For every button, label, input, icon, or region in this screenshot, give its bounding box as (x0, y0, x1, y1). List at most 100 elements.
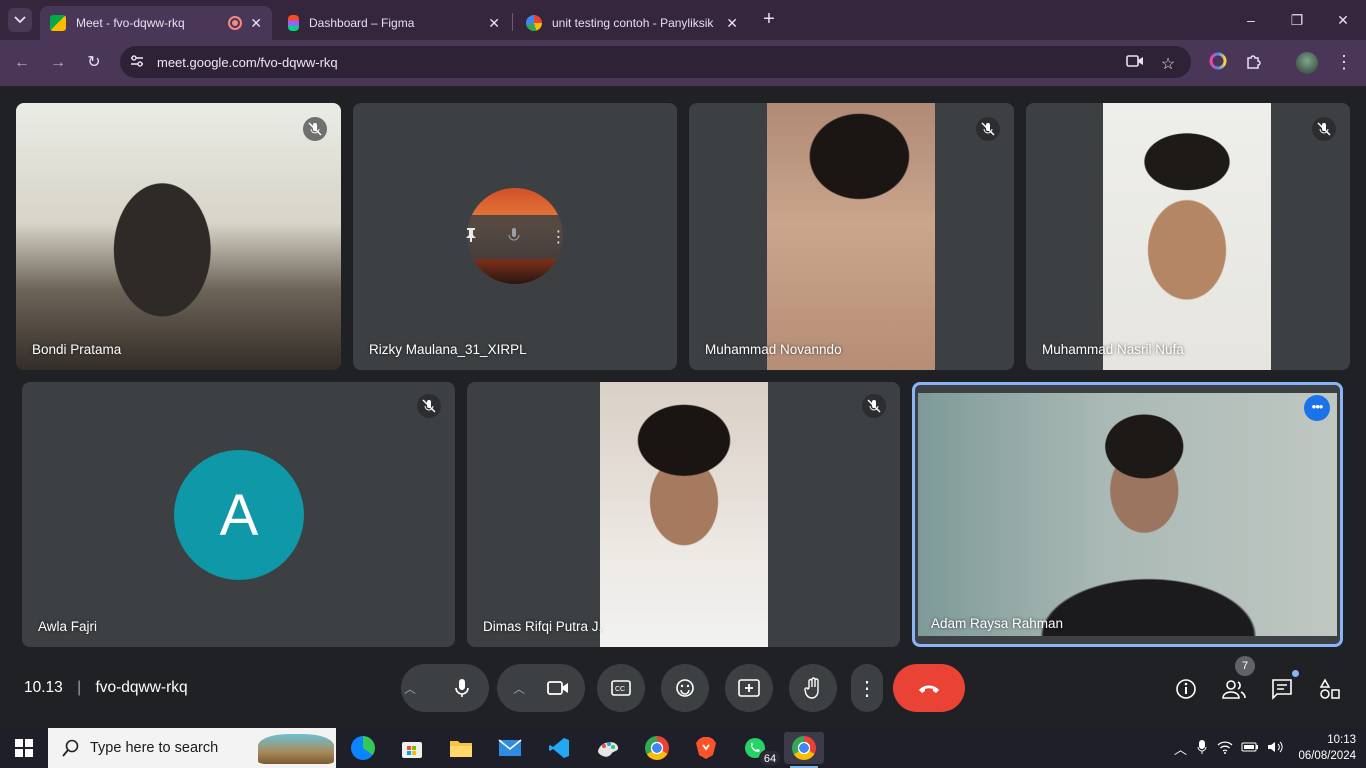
whatsapp-notification-badge: 64 (759, 750, 781, 766)
profile-avatar[interactable] (1296, 52, 1318, 74)
mic-off-icon (1312, 117, 1336, 141)
close-tab-icon[interactable]: ✕ (488, 15, 500, 32)
participant-tile[interactable]: ⋮ Rizky Maulana_31_XIRPL (353, 103, 677, 370)
activities-icon[interactable] (1317, 676, 1343, 702)
people-count-badge: 7 (1235, 656, 1255, 676)
participant-video (600, 382, 768, 647)
meet-icon (50, 15, 66, 31)
raise-hand-button[interactable] (789, 664, 837, 712)
camera-control-group: ︿ (497, 664, 585, 712)
self-tile[interactable]: ••• Adam Raysa Rahman (912, 382, 1343, 647)
present-screen-icon (738, 679, 760, 697)
microphone-tray-icon[interactable] (1197, 739, 1207, 758)
search-placeholder: Type here to search (90, 740, 219, 756)
meeting-info: 10.13 | fvo-dqww-rkq (24, 679, 188, 697)
reload-icon[interactable]: ↻ (82, 51, 106, 75)
participant-name: Dimas Rifqi Putra J. (483, 619, 603, 634)
show-hidden-icons-icon[interactable]: ︿ (1174, 739, 1187, 758)
emoji-icon (676, 679, 694, 697)
meeting-separator: | (77, 679, 82, 696)
present-button[interactable] (725, 664, 773, 712)
recording-icon (228, 16, 243, 30)
mic-control-group: ︿ (401, 664, 489, 712)
tab-figma[interactable]: Dashboard – Figma ✕ (278, 6, 510, 40)
tab-title: Meet - fvo-dqww-rkq (76, 16, 185, 30)
more-options-icon[interactable]: ••• (1304, 395, 1330, 421)
chrome-menu-icon[interactable]: ⋮ (1333, 52, 1355, 74)
more-vert-icon: ⋮ (857, 677, 877, 700)
store-app-icon[interactable] (392, 732, 432, 764)
video-settings-chevron-icon[interactable]: ︿ (513, 680, 525, 697)
windows-start-button[interactable] (0, 728, 48, 768)
more-options-icon[interactable]: ⋮ (550, 227, 566, 247)
reactions-button[interactable] (661, 664, 709, 712)
mic-icon[interactable] (507, 227, 521, 248)
chat-icon[interactable] (1269, 670, 1299, 702)
site-settings-icon[interactable] (128, 54, 146, 70)
people-icon[interactable] (1221, 676, 1247, 702)
clock-time: 10:13 (1327, 734, 1356, 746)
system-tray: ︿ (1174, 728, 1285, 768)
pin-icon[interactable] (464, 227, 478, 248)
participant-name: Bondi Pratama (32, 342, 122, 357)
extensions-puzzle-icon[interactable] (1243, 52, 1265, 74)
meeting-details-icon[interactable] (1173, 676, 1199, 702)
new-tab-button[interactable]: + (758, 8, 780, 30)
meet-controls-bar: 10.13 | fvo-dqww-rkq ︿ ︿ CC ⋮ (0, 654, 1366, 728)
chevron-down-icon (14, 16, 26, 24)
volume-icon[interactable] (1267, 740, 1285, 757)
file-explorer-icon[interactable] (441, 732, 481, 764)
mic-icon (455, 679, 469, 697)
camera-icon[interactable] (1126, 54, 1144, 70)
mic-off-icon (976, 117, 1000, 141)
leave-call-button[interactable] (893, 664, 965, 712)
vscode-app-icon[interactable] (539, 732, 579, 764)
meeting-code: fvo-dqww-rkq (95, 679, 188, 696)
wifi-icon[interactable] (1217, 740, 1233, 757)
close-tab-icon[interactable]: ✕ (726, 15, 738, 32)
camera-button[interactable] (547, 680, 569, 696)
taskbar-search[interactable]: Type here to search (48, 728, 336, 768)
tab-meet[interactable]: Meet - fvo-dqww-rkq ✕ (40, 6, 272, 40)
mic-button[interactable] (438, 664, 486, 712)
participant-name: Awla Fajri (38, 619, 98, 634)
audio-settings-chevron-icon[interactable]: ︿ (404, 680, 416, 697)
minimize-button[interactable]: – (1228, 0, 1274, 40)
camera-icon (547, 681, 568, 695)
chrome-app-icon[interactable] (637, 732, 677, 764)
participant-video (1103, 103, 1271, 370)
browser-toolbar: ← → ↻ meet.google.com/fvo-dqww-rkq ☆ ⋮ (0, 40, 1366, 86)
close-tab-icon[interactable]: ✕ (250, 15, 262, 32)
participant-tile[interactable]: Muhammad Novanndo (689, 103, 1014, 370)
mail-app-icon[interactable] (490, 732, 530, 764)
captions-button[interactable]: CC (597, 664, 645, 712)
close-window-button[interactable]: ✕ (1320, 0, 1366, 40)
brave-app-icon[interactable] (686, 732, 726, 764)
chrome-profile-app-icon[interactable] (784, 732, 824, 768)
more-options-button[interactable]: ⋮ (851, 664, 883, 712)
taskbar-clock[interactable]: 10:13 06/08/2024 (1298, 732, 1356, 764)
participant-tile[interactable]: Dimas Rifqi Putra J. (467, 382, 900, 647)
edge-app-icon[interactable] (343, 732, 383, 764)
participant-tile[interactable]: A Awla Fajri (22, 382, 455, 647)
windows-taskbar: Type here to search 64 ︿ 10:13 06/08/202… (0, 728, 1366, 768)
chat-unread-dot (1292, 670, 1299, 677)
participant-tile[interactable]: Muhammad Nasril Nufa (1026, 103, 1350, 370)
self-video (918, 393, 1337, 636)
forward-icon[interactable]: → (46, 51, 70, 75)
address-bar[interactable]: meet.google.com/fvo-dqww-rkq ☆ (120, 46, 1191, 78)
tab-search-button[interactable] (8, 8, 32, 32)
restore-button[interactable]: ❐ (1274, 0, 1320, 40)
back-icon[interactable]: ← (10, 51, 34, 75)
google-icon (526, 15, 542, 31)
participant-tile[interactable]: Bondi Pratama (16, 103, 341, 370)
participant-avatar: A (174, 450, 304, 580)
participant-name: Muhammad Nasril Nufa (1042, 342, 1184, 357)
paint-app-icon[interactable] (588, 732, 628, 764)
participant-name: Rizky Maulana_31_XIRPL (369, 342, 527, 357)
color-extension-icon[interactable] (1207, 52, 1229, 74)
battery-icon[interactable] (1241, 741, 1259, 756)
tab-google[interactable]: unit testing contoh - Panyliksik ✕ (516, 6, 748, 40)
whatsapp-app-icon[interactable]: 64 (735, 732, 781, 766)
bookmark-star-icon[interactable]: ☆ (1159, 54, 1177, 73)
